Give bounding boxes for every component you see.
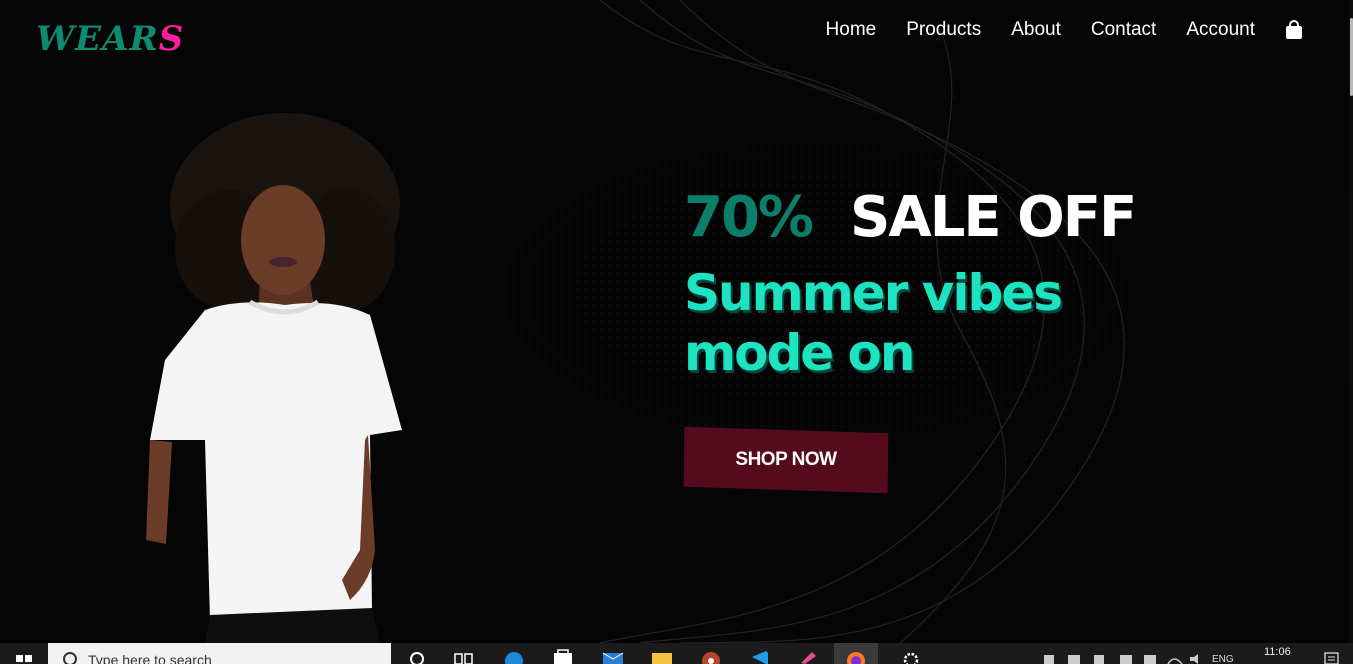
sale-text: SALE OFF [850,185,1137,250]
headline-line-2: mode on [684,324,916,382]
taskbar-clock[interactable]: 11:06 [1264,646,1291,658]
model-photo [146,113,402,643]
shop-now-label: SHOP NOW [735,449,837,470]
firefox-icon[interactable] [844,649,868,664]
nav-about[interactable]: About [1011,19,1061,41]
nav-contact[interactable]: Contact [1091,19,1156,41]
nav-account[interactable]: Account [1186,19,1255,41]
shop-now-button[interactable]: SHOP NOW [683,426,889,494]
page-scrollbar[interactable] [1349,0,1353,643]
vscode-icon[interactable] [748,649,772,664]
main-nav: Home Products About Contact Account [796,19,1303,41]
file-explorer-icon[interactable] [650,649,674,664]
search-icon [63,652,77,664]
hero-section: 70% SALE OFF Summer vibes mode on [684,185,1137,383]
notifications-icon[interactable] [1324,652,1339,664]
nav-products[interactable]: Products [906,19,981,41]
windows-start-icon[interactable] [14,653,36,664]
windows-taskbar: Type here to search ENG 11:06 [0,643,1353,664]
task-view-icon[interactable] [452,649,476,664]
system-tray-icons[interactable] [1040,652,1240,664]
sale-percent: 70% [684,185,814,250]
hero-headline: Summer vibes mode on [684,263,1135,383]
taskbar-search-box[interactable]: Type here to search [48,643,391,664]
edge-icon[interactable] [502,649,526,664]
mail-icon[interactable] [601,649,625,664]
logo-main-text: WEAR [36,19,159,59]
language-indicator[interactable]: ENG [1212,654,1234,664]
settings-gear-icon[interactable] [899,649,923,664]
cortana-icon[interactable] [406,649,430,664]
sale-heading: 70% SALE OFF [684,185,1137,251]
brand-logo[interactable]: WEARS [36,19,184,59]
shopping-bag-icon[interactable] [1285,20,1303,40]
logo-accent-text: S [158,19,185,59]
website-page: WEARS Home Products About Contact Accoun… [0,0,1353,643]
taskbar-search-placeholder: Type here to search [88,652,212,664]
store-icon[interactable] [551,649,575,664]
nav-home[interactable]: Home [826,19,877,41]
media-player-icon[interactable] [699,649,723,664]
headline-line-1: Summer vibes [684,264,1063,322]
paint-icon[interactable] [796,649,820,664]
